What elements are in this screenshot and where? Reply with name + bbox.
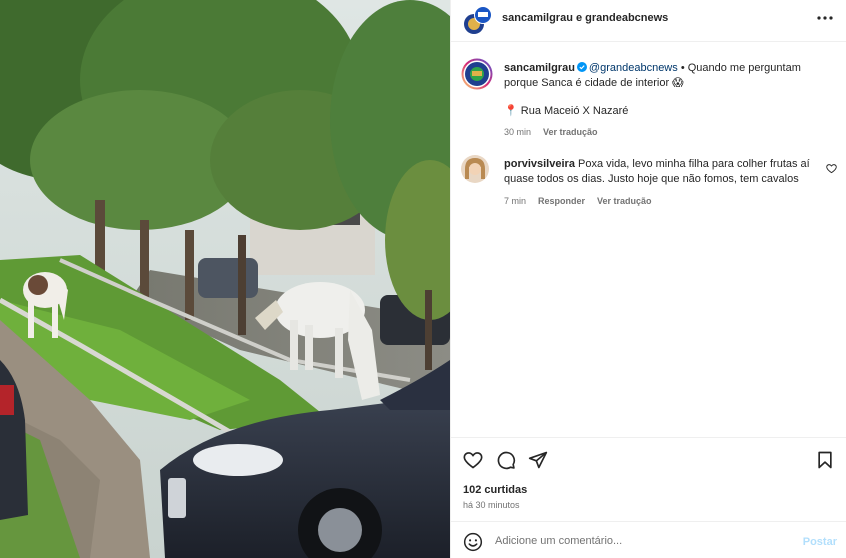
post-actions: 102 curtidas há 30 minutos [451, 437, 846, 521]
post-header: sancamilgrau e grandeabcnews [451, 0, 846, 42]
heart-icon[interactable] [463, 450, 483, 470]
post-timestamp: há 30 minutos [463, 500, 520, 510]
collab-avatars[interactable] [463, 5, 493, 35]
caption-body: sancamilgrau @grandeabcnews • Quando me p… [504, 61, 834, 140]
post-header-title[interactable]: sancamilgrau e grandeabcnews [502, 12, 668, 24]
add-comment-bar: Postar [451, 521, 846, 558]
comment-like-heart-icon[interactable] [826, 163, 837, 174]
comment-icon[interactable] [496, 450, 516, 470]
comment-username[interactable]: porvivsilveira [504, 158, 575, 170]
verified-badge-icon [576, 62, 587, 72]
comment-avatar[interactable] [461, 155, 489, 183]
caption-meta: 30 min Ver tradução [504, 125, 834, 140]
comment-time[interactable]: 7 min [504, 194, 526, 209]
post-photo[interactable] [0, 0, 450, 558]
caption-translate-link[interactable]: Ver tradução [543, 125, 598, 140]
comment-translate-link[interactable]: Ver tradução [597, 194, 652, 209]
likes-count[interactable]: 102 curtidas [463, 484, 527, 496]
instagram-post-modal: sancamilgrau e grandeabcnews sancamilgra… [0, 0, 846, 558]
caption-time[interactable]: 30 min [504, 125, 531, 140]
post-side-panel: sancamilgrau e grandeabcnews sancamilgra… [450, 0, 846, 558]
caption-location-text: Rua Maceió X Nazaré [520, 105, 629, 117]
emoji-icon[interactable] [463, 532, 483, 552]
photo-horses-street [0, 0, 450, 558]
pin-icon: 📍 [504, 105, 518, 117]
caption-avatar[interactable] [461, 58, 493, 90]
comment-meta: 7 min Responder Ver tradução [504, 194, 824, 209]
more-horizontal-icon[interactable] [815, 8, 835, 28]
add-comment-input[interactable] [495, 531, 785, 551]
share-icon[interactable] [528, 450, 548, 470]
caption-location: 📍 Rua Maceió X Nazaré [504, 104, 834, 119]
caption-username[interactable]: sancamilgrau [504, 62, 575, 74]
comment-reply-button[interactable]: Responder [538, 194, 585, 209]
post-comment-button[interactable]: Postar [803, 536, 837, 548]
caption-mention[interactable]: @grandeabcnews [589, 62, 678, 74]
bookmark-icon[interactable] [815, 450, 835, 470]
comment-body: porvivsilveira Poxa vida, levo minha fil… [504, 157, 824, 209]
